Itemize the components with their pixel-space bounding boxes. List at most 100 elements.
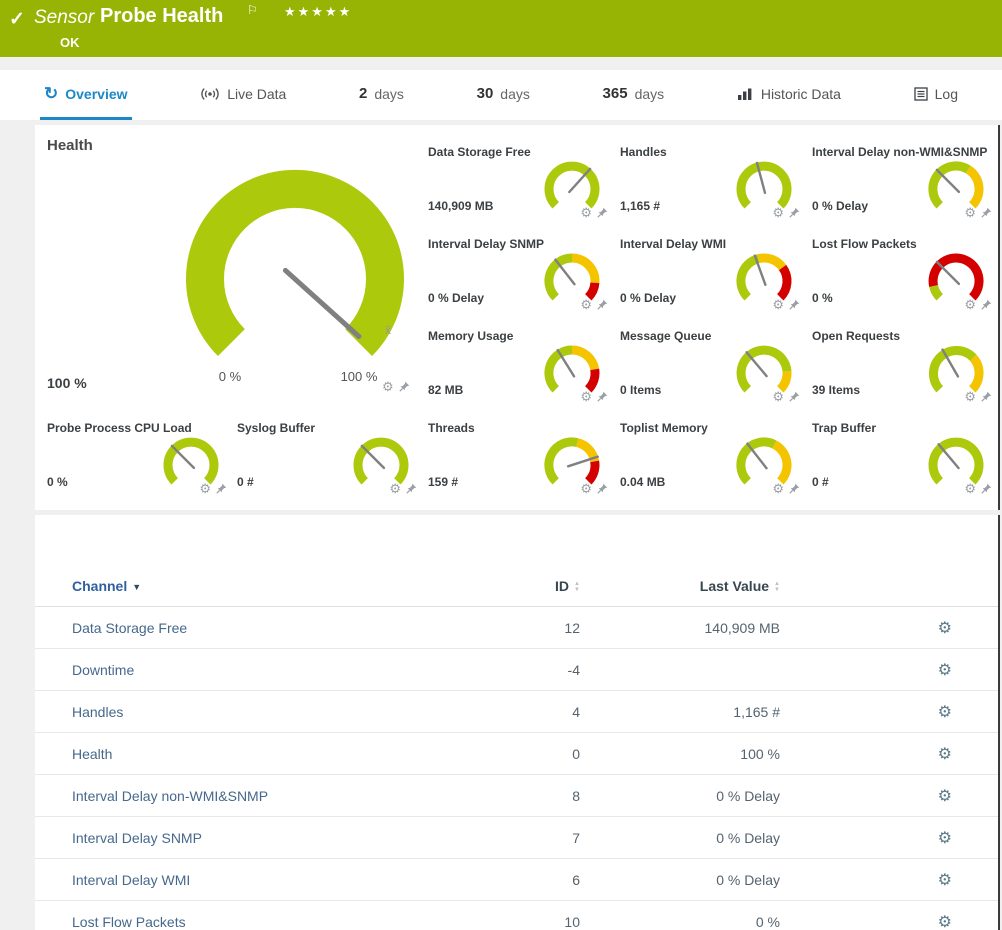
tab-number: 2 [359,85,367,102]
channel-id: 0 [472,733,580,775]
channel-settings-gear-icon[interactable]: ⚙ [938,830,952,847]
gear-icon[interactable]: ⚙ [382,381,394,392]
channel-row-interval-delay-snmp[interactable]: Interval Delay SNMP70 % Delay⚙ [35,817,1000,859]
channel-settings-gear-icon[interactable]: ⚙ [938,704,952,721]
pin-icon[interactable] [406,483,417,494]
average-marker-icon[interactable]: x̄ [385,323,391,337]
tab-overview[interactable]: ↻Overview [40,70,132,120]
tab-log[interactable]: Log [910,70,962,120]
gear-icon[interactable]: ⚙ [772,299,784,310]
gauge-message-queue: Message Queue0 Items⚙ [620,329,804,413]
gauge-actions: ⚙ [772,299,800,310]
sensor-status-badge: OK [60,35,80,50]
channel-row-data-storage-free[interactable]: Data Storage Free12140,909 MB⚙ [35,607,1000,649]
gauge-title: Memory Usage [428,329,513,343]
pin-icon[interactable] [981,299,992,310]
gear-icon[interactable]: ⚙ [580,391,592,402]
gauge-actions: ⚙ [772,391,800,402]
channel-id: 10 [472,901,580,930]
channel-settings-gear-icon[interactable]: ⚙ [938,872,952,889]
pin-icon[interactable] [399,381,410,392]
tab-live-data[interactable]: Live Data [196,70,290,120]
channel-settings-cell: ⚙ [780,649,1000,691]
sort-icon: ▲▼ [774,581,780,593]
gear-icon[interactable]: ⚙ [964,207,976,218]
channel-row-lost-flow-packets[interactable]: Lost Flow Packets100 %⚙ [35,901,1000,930]
gauge-title: Lost Flow Packets [812,237,917,251]
channel-settings-gear-icon[interactable]: ⚙ [938,914,952,930]
channel-row-downtime[interactable]: Downtime-4⚙ [35,649,1000,691]
priority-stars[interactable]: ★★★★★ [284,4,352,20]
tab-number: 365 [603,85,628,102]
gauge-title: Trap Buffer [812,421,876,435]
channel-settings-gear-icon[interactable]: ⚙ [938,662,952,679]
channel-settings-cell: ⚙ [780,901,1000,930]
channel-settings-cell: ⚙ [780,691,1000,733]
gear-icon[interactable]: ⚙ [772,207,784,218]
tab-2-days[interactable]: 2days [355,70,408,120]
channel-id: -4 [472,649,580,691]
flag-icon[interactable]: ⚐ [247,3,258,17]
channel-id: 6 [472,859,580,901]
pin-icon[interactable] [597,207,608,218]
tab-365-days[interactable]: 365days [599,70,669,120]
pin-icon[interactable] [597,391,608,402]
gauge-actions: ⚙ [964,391,992,402]
log-icon [914,87,928,101]
health-gauge-chart [175,167,415,397]
channel-name: Interval Delay WMI [35,859,472,901]
pin-icon[interactable] [216,483,227,494]
sort-desc-icon: ▼ [132,582,141,592]
gear-icon[interactable]: ⚙ [964,483,976,494]
channel-row-interval-delay-wmi[interactable]: Interval Delay WMI60 % Delay⚙ [35,859,1000,901]
historic-data-icon [737,87,754,101]
gear-icon[interactable]: ⚙ [580,483,592,494]
channel-settings-gear-icon[interactable]: ⚙ [938,788,952,805]
pin-icon[interactable] [597,483,608,494]
pin-icon[interactable] [981,391,992,402]
pin-icon[interactable] [789,207,800,218]
column-header-last-value[interactable]: Last Value ▲▼ [580,565,780,607]
channel-row-interval-delay-non-wmi-snmp[interactable]: Interval Delay non-WMI&SNMP80 % Delay⚙ [35,775,1000,817]
gauge-title: Probe Process CPU Load [47,421,192,435]
tab-label: Overview [65,86,127,102]
column-label: Last Value [700,578,769,594]
channel-rows: Data Storage Free12140,909 MB⚙Downtime-4… [35,607,1000,930]
pin-icon[interactable] [789,299,800,310]
channel-id: 7 [472,817,580,859]
gauge-title: Data Storage Free [428,145,531,159]
gear-icon[interactable]: ⚙ [199,483,211,494]
gear-icon[interactable]: ⚙ [772,391,784,402]
tab-label: Log [935,86,958,102]
pin-icon[interactable] [981,207,992,218]
channels-table: Channel▼ ID▲▼ Last Value ▲▼ Data Storage … [35,565,1000,930]
gauge-value: 0 % Delay [428,291,484,305]
health-gauge-value: 100 % [47,375,87,391]
gear-icon[interactable]: ⚙ [964,391,976,402]
gear-icon[interactable]: ⚙ [964,299,976,310]
tab-label: Live Data [227,86,286,102]
pin-icon[interactable] [789,391,800,402]
gauges-panel: Health x̄ 0 % 100 % 100 % ⚙ Data Storage… [35,125,1000,510]
channel-row-health[interactable]: Health0100 %⚙ [35,733,1000,775]
gear-icon[interactable]: ⚙ [580,207,592,218]
tab-30-days[interactable]: 30days [473,70,534,120]
pin-icon[interactable] [597,299,608,310]
gear-icon[interactable]: ⚙ [772,483,784,494]
page: ✓ Sensor Probe Health ⚐ ★★★★★ OK ↻Overvi… [0,0,1002,930]
channel-row-handles[interactable]: Handles41,165 #⚙ [35,691,1000,733]
channel-settings-gear-icon[interactable]: ⚙ [938,746,952,763]
gauge-title: Syslog Buffer [237,421,315,435]
column-header-id[interactable]: ID▲▼ [472,565,580,607]
tab-historic-data[interactable]: Historic Data [733,70,845,120]
gear-icon[interactable]: ⚙ [580,299,592,310]
column-header-channel[interactable]: Channel▼ [35,565,472,607]
pin-icon[interactable] [789,483,800,494]
channel-id: 8 [472,775,580,817]
gear-icon[interactable]: ⚙ [389,483,401,494]
pin-icon[interactable] [981,483,992,494]
channel-settings-cell: ⚙ [780,859,1000,901]
column-label: ID [555,578,569,594]
channel-last-value: 0 % Delay [580,775,780,817]
channel-settings-gear-icon[interactable]: ⚙ [938,620,952,637]
